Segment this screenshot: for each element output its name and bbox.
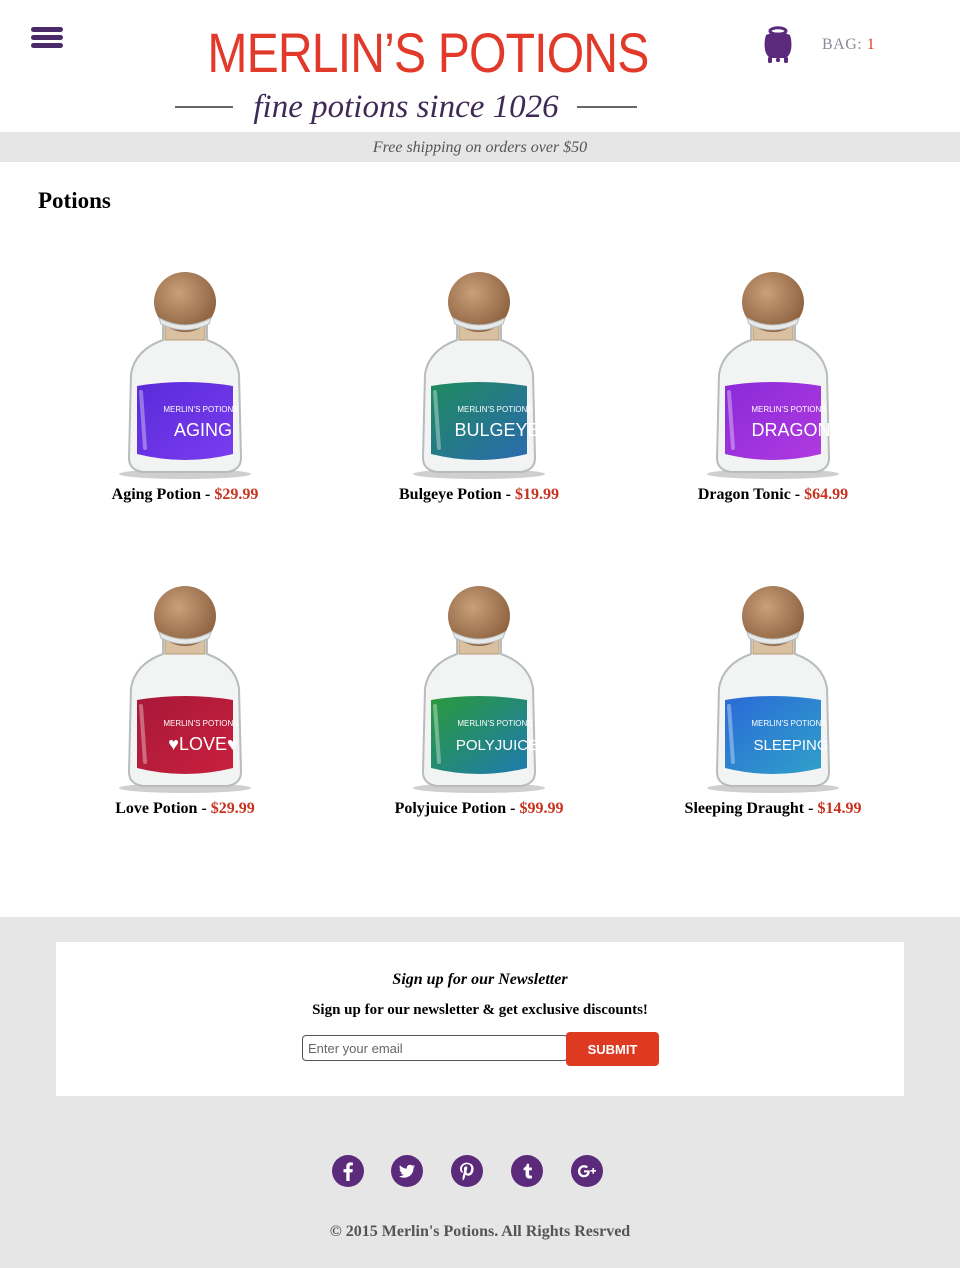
bottle-brand-label: MERLIN'S POTIONS [457,719,532,728]
bottle-potion-label: BULGEYE [454,420,539,440]
facebook-icon[interactable] [332,1155,364,1187]
bag-indicator[interactable]: BAG: 1 [822,36,875,54]
bottle-brand-label: MERLIN'S POTIONS [457,405,532,414]
product-caption[interactable]: Sleeping Draught - $14.99 [628,800,918,818]
bottle-brand-label: MERLIN'S POTIONS [163,405,238,414]
site-footer: Sign up for our Newsletter Sign up for o… [0,917,960,1268]
page-title: Potions [38,188,111,213]
product-card[interactable]: MERLIN'S POTIONS DRAGON Dragon Tonic - $64… [628,270,918,504]
product-price: $14.99 [817,800,862,817]
product-caption[interactable]: Bulgeye Potion - $19.99 [334,486,624,504]
bottle-brand-label: MERLIN'S POTIONS [751,719,826,728]
product-name[interactable]: Polyjuice Potion [395,800,507,817]
potion-bottle-image[interactable]: MERLIN'S POTIONS BULGEYE [409,270,549,480]
cauldron-icon[interactable] [762,25,794,65]
newsletter-box: Sign up for our Newsletter Sign up for o… [56,942,904,1096]
logo-tagline: fine potions since 1026 [253,89,559,125]
site-logo[interactable]: MERLIN’S POTIONS fine potions since 1026 [175,20,649,128]
bag-count: 1 [866,36,876,53]
price-separator: - [804,800,818,817]
logo-rule-right [577,106,637,108]
product-name[interactable]: Dragon Tonic [698,486,791,503]
product-card[interactable]: MERLIN'S POTIONS ♥LOVE♥ Love Potion - $29.… [40,584,330,818]
promo-bar: Free shipping on orders over $50 [0,132,960,162]
price-separator: - [501,486,515,503]
email-field[interactable] [302,1035,568,1061]
bag-label: BAG: [822,36,863,53]
bottle-brand-label: MERLIN'S POTIONS [163,719,238,728]
product-card[interactable]: MERLIN'S POTIONS POLYJUICE Polyjuice Potio… [334,584,624,818]
site-header: MERLIN’S POTIONS fine potions since 1026… [0,0,960,132]
hamburger-menu-icon[interactable] [31,27,63,49]
product-name[interactable]: Bulgeye Potion [399,486,502,503]
pinterest-icon[interactable] [451,1155,483,1187]
submit-button[interactable]: SUBMIT [566,1032,659,1066]
price-separator: - [790,486,805,503]
product-name[interactable]: Aging Potion [112,486,201,503]
bottle-potion-label: POLYJUICE [456,737,538,754]
twitter-icon[interactable] [391,1155,423,1187]
potion-bottle-image[interactable]: MERLIN'S POTIONS AGING [115,270,255,480]
bottle-potion-label: SLEEPING [753,737,828,754]
product-caption[interactable]: Dragon Tonic - $64.99 [628,486,918,504]
bottle-potion-label: ♥LOVE♥ [168,734,237,754]
product-price: $64.99 [804,486,849,503]
copyright-text: © 2015 Merlin's Potions. All Rights Resr… [329,1223,631,1240]
product-caption[interactable]: Polyjuice Potion - $99.99 [334,800,624,818]
product-name[interactable]: Sleeping Draught [685,800,805,817]
logo-rule-left [175,106,233,108]
newsletter-title: Sign up for our Newsletter [392,971,568,988]
bottle-brand-label: MERLIN'S POTIONS [751,405,826,414]
price-separator: - [197,800,211,817]
newsletter-text: Sign up for our newsletter & get exclusi… [312,1002,648,1018]
product-price: $99.99 [519,800,564,817]
product-name[interactable]: Love Potion [115,800,197,817]
product-card[interactable]: MERLIN'S POTIONS SLEEPING Sleeping Draught… [628,584,918,818]
promo-text: Free shipping on orders over $50 [372,139,588,156]
product-price: $19.99 [515,486,559,503]
bottle-potion-label: AGING [174,420,232,440]
product-caption[interactable]: Aging Potion - $29.99 [40,486,330,504]
potion-bottle-image[interactable]: MERLIN'S POTIONS POLYJUICE [409,584,549,794]
price-separator: - [506,800,520,817]
product-card[interactable]: MERLIN'S POTIONS BULGEYE Bulgeye Potion - … [334,270,624,504]
logo-title: MERLIN’S POTIONS [207,21,649,84]
logo-tagline-row: fine potions since 1026 [175,89,637,126]
product-price: $29.99 [210,800,255,817]
price-separator: - [201,486,215,503]
potion-bottle-image[interactable]: MERLIN'S POTIONS ♥LOVE♥ [115,584,255,794]
tumblr-icon[interactable] [511,1155,543,1187]
potion-bottle-image[interactable]: MERLIN'S POTIONS DRAGON [703,270,843,480]
product-card[interactable]: MERLIN'S POTIONS AGING Aging Potion - $29.… [40,270,330,504]
product-price: $29.99 [214,486,259,503]
product-caption[interactable]: Love Potion - $29.99 [40,800,330,818]
google-plus-icon[interactable] [571,1155,603,1187]
potion-bottle-image[interactable]: MERLIN'S POTIONS SLEEPING [703,584,843,794]
bottle-potion-label: DRAGON [751,420,830,440]
